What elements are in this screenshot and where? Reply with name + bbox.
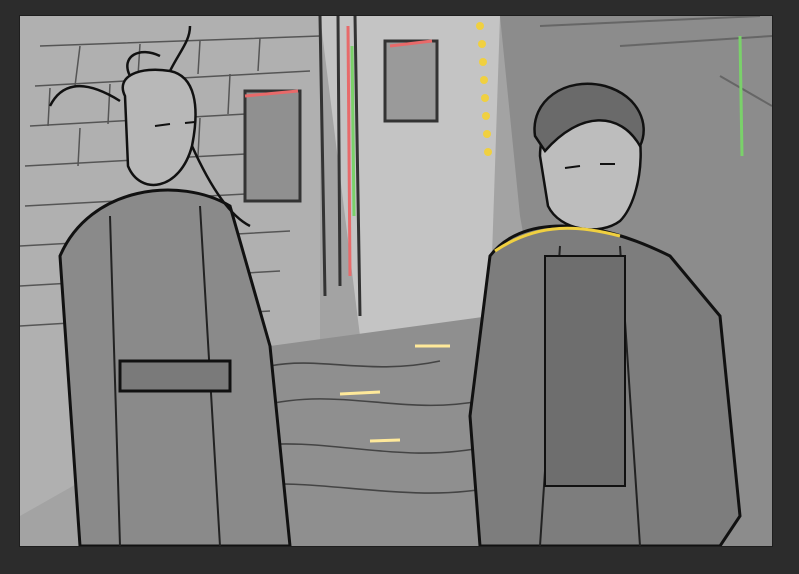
artwork-canvas (20, 16, 772, 546)
app-window (0, 0, 799, 574)
sketch-illustration (20, 16, 772, 546)
